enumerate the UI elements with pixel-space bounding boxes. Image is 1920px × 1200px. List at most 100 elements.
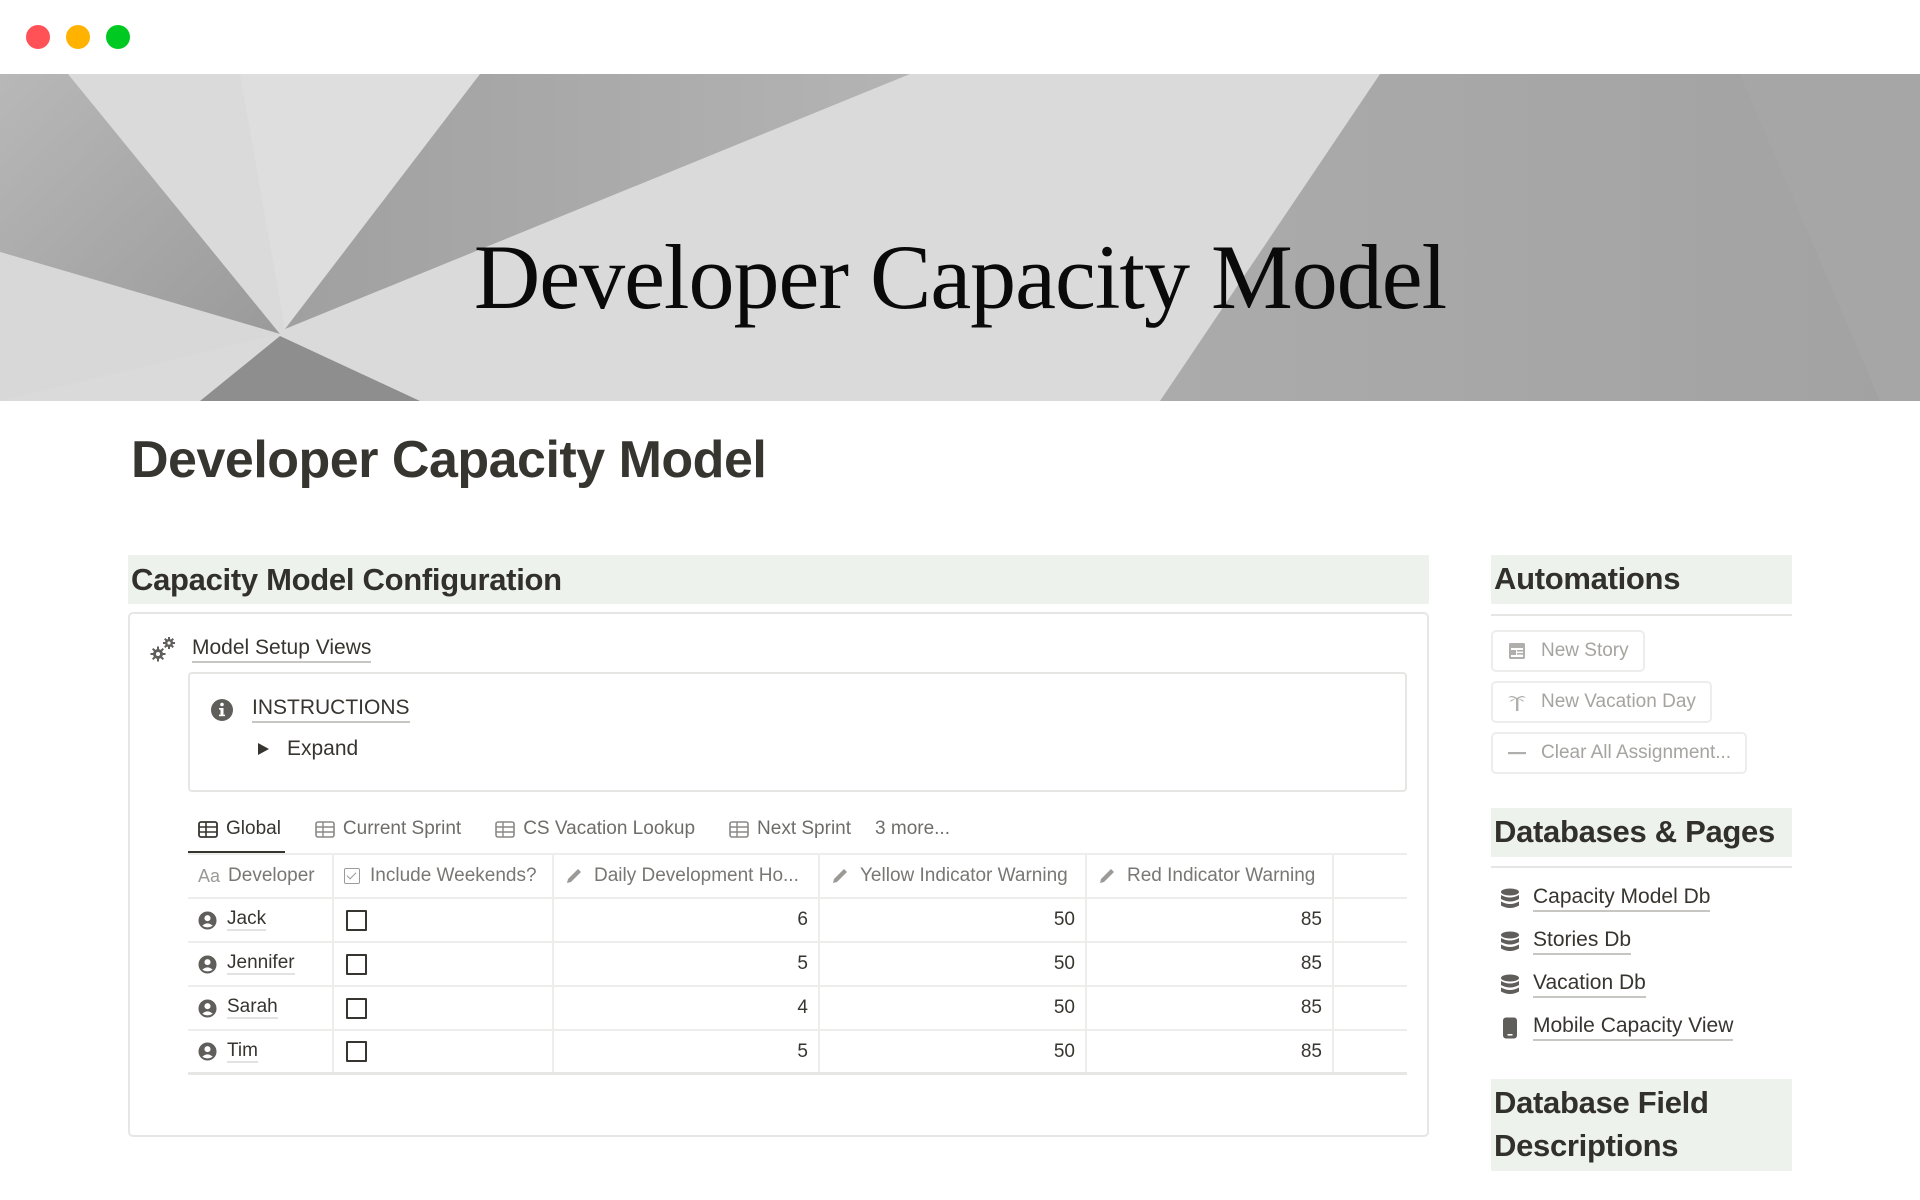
include-weekends-checkbox[interactable] (346, 1041, 367, 1062)
view-tabs: Global Current Sprint CS Vacation Lookup… (188, 808, 974, 854)
tab-current-sprint[interactable]: Current Sprint (305, 808, 463, 850)
new-vacation-day-button[interactable]: New Vacation Day (1491, 681, 1712, 723)
instructions-row: INSTRUCTIONS (210, 696, 410, 723)
info-icon (211, 698, 233, 721)
red-warning-cell[interactable]: 85 (1087, 943, 1334, 985)
column-label: Include Weekends? (370, 865, 537, 886)
close-window-button[interactable] (26, 25, 50, 49)
config-heading: Capacity Model Configuration (128, 555, 1429, 604)
developer-cell[interactable]: Sarah (188, 987, 334, 1029)
expand-toggle[interactable]: Expand (258, 737, 358, 761)
button-label: Clear All Assignment... (1541, 742, 1732, 763)
tab-global[interactable]: Global (188, 808, 285, 854)
developer-cell[interactable]: Jennifer (188, 943, 334, 985)
column-header-daily-hours[interactable]: Daily Development Ho... (554, 855, 820, 897)
developer-name[interactable]: Tim (227, 1040, 258, 1063)
tab-label: CS Vacation Lookup (523, 818, 696, 839)
pencil-icon (1100, 869, 1114, 883)
add-column-area[interactable] (1334, 855, 1407, 897)
table-icon (198, 820, 218, 838)
field-descriptions-heading: Database Field Descriptions (1491, 1079, 1792, 1171)
tab-label: Current Sprint (342, 818, 462, 839)
pencil-icon (567, 869, 581, 883)
page-link[interactable]: Mobile Capacity View (1533, 1014, 1734, 1041)
tab-cs-vacation-lookup[interactable]: CS Vacation Lookup (485, 808, 697, 850)
daily-hours-cell[interactable]: 5 (554, 1031, 820, 1072)
minimize-window-button[interactable] (66, 25, 90, 49)
empty-cell (1334, 987, 1407, 1029)
db-link[interactable]: Capacity Model Db (1533, 885, 1711, 912)
minus-icon (1508, 752, 1526, 755)
developer-cell[interactable]: Jack (188, 899, 334, 941)
column-label: Daily Development Ho... (594, 865, 799, 886)
more-tabs-button[interactable]: 3 more... (875, 808, 952, 850)
db-item-stories[interactable]: Stories Db (1500, 928, 1632, 955)
column-header-yellow-warning[interactable]: Yellow Indicator Warning (820, 855, 1087, 897)
include-weekends-checkbox[interactable] (346, 997, 367, 1019)
tab-label: Next Sprint (757, 818, 852, 839)
databases-heading: Databases & Pages (1491, 808, 1792, 857)
yellow-warning-cell[interactable]: 50 (820, 987, 1087, 1029)
automations-heading: Automations (1491, 555, 1792, 604)
person-icon (198, 954, 217, 974)
zoom-window-button[interactable] (106, 25, 130, 49)
new-story-button[interactable]: New Story (1491, 630, 1645, 672)
column-label: Red Indicator Warning (1127, 865, 1316, 886)
column-label: Yellow Indicator Warning (860, 865, 1068, 886)
banner-title: Developer Capacity Model (473, 226, 1447, 328)
database-icon (1501, 888, 1519, 908)
db-link[interactable]: Vacation Db (1533, 971, 1646, 998)
expand-label: Expand (287, 737, 359, 760)
empty-cell (1334, 943, 1407, 985)
divider (1491, 614, 1792, 616)
daily-hours-cell[interactable]: 5 (554, 943, 820, 985)
toggle-triangle-icon (258, 743, 269, 755)
developer-table: Aa Developer Include Weekends? Daily Dev… (188, 853, 1407, 1075)
daily-hours-cell[interactable]: 6 (554, 899, 820, 941)
column-header-include-weekends[interactable]: Include Weekends? (334, 855, 554, 897)
pencil-icon (833, 869, 847, 883)
column-header-developer[interactable]: Aa Developer (188, 855, 334, 897)
gears-icon (150, 637, 175, 662)
table-row: Jack 6 50 85 (188, 899, 1407, 943)
column-header-red-warning[interactable]: Red Indicator Warning (1087, 855, 1334, 897)
instructions-callout: INSTRUCTIONS Expand (188, 672, 1407, 792)
database-icon (1501, 931, 1519, 951)
cover-banner: Developer Capacity Model (0, 74, 1920, 401)
db-link[interactable]: Stories Db (1533, 928, 1632, 955)
include-weekends-checkbox[interactable] (346, 909, 367, 931)
table-icon (495, 820, 516, 838)
column-label: Developer (228, 865, 315, 886)
instructions-link[interactable]: INSTRUCTIONS (252, 696, 410, 723)
mobile-icon (1503, 1017, 1517, 1038)
model-setup-views-link[interactable]: Model Setup Views (192, 636, 372, 663)
db-item-capacity-model[interactable]: Capacity Model Db (1500, 885, 1711, 912)
developer-name[interactable]: Sarah (227, 997, 278, 1019)
person-icon (198, 910, 217, 930)
include-weekends-checkbox[interactable] (346, 953, 367, 975)
yellow-warning-cell[interactable]: 50 (820, 943, 1087, 985)
tab-label: Global (226, 818, 281, 839)
window-titlebar (0, 0, 1920, 74)
red-warning-cell[interactable]: 85 (1087, 987, 1334, 1029)
calendar-icon (1509, 643, 1525, 659)
db-item-mobile-capacity-view[interactable]: Mobile Capacity View (1500, 1014, 1734, 1041)
yellow-warning-cell[interactable]: 50 (820, 899, 1087, 941)
developer-cell[interactable]: Tim (188, 1031, 334, 1072)
daily-hours-cell[interactable]: 4 (554, 987, 820, 1029)
red-warning-cell[interactable]: 85 (1087, 1031, 1334, 1072)
divider (1491, 866, 1792, 868)
red-warning-cell[interactable]: 85 (1087, 899, 1334, 941)
db-item-vacation[interactable]: Vacation Db (1500, 971, 1646, 998)
developer-name[interactable]: Jennifer (227, 953, 295, 975)
yellow-warning-cell[interactable]: 50 (820, 1031, 1087, 1072)
developer-name[interactable]: Jack (227, 909, 267, 931)
clear-all-assignments-button[interactable]: Clear All Assignment... (1491, 732, 1748, 774)
text-property-icon: Aa (198, 865, 221, 886)
config-container: Model Setup Views INSTRUCTIONS Expand Gl… (128, 612, 1429, 1137)
checkbox-property-icon (344, 868, 360, 884)
include-weekends-cell (334, 987, 554, 1029)
table-icon (729, 820, 749, 838)
tab-next-sprint[interactable]: Next Sprint (719, 808, 853, 850)
include-weekends-cell (334, 943, 554, 985)
